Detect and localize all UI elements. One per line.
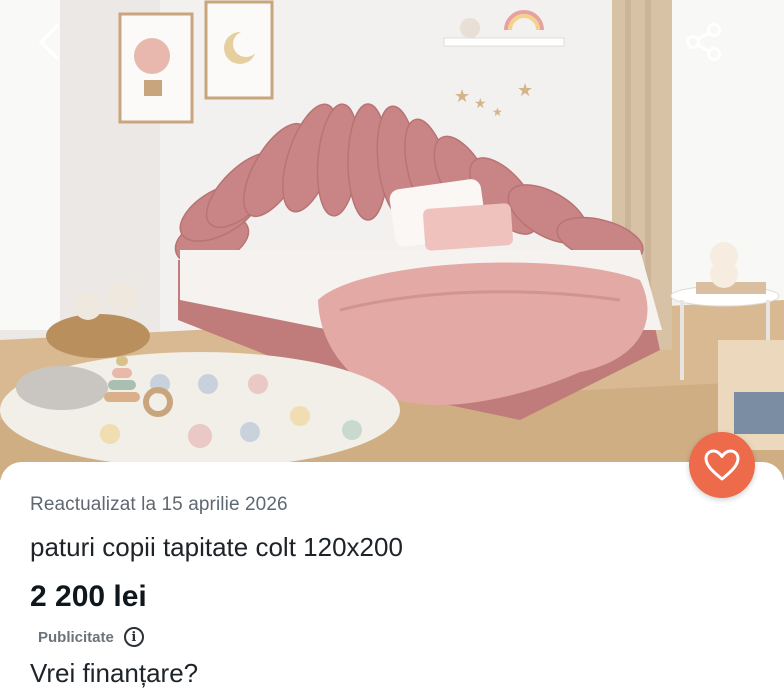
ad-label: Publicitate (38, 628, 114, 646)
listing-price: 2 200 lei (30, 580, 147, 613)
ad-label-row: Publicitate i (38, 627, 144, 647)
svg-text:★: ★ (474, 96, 487, 112)
share-icon (686, 23, 721, 61)
bedroom-illustration: ★ ★ ★ ★ (0, 0, 784, 480)
svg-text:★: ★ (492, 105, 503, 119)
favorite-button[interactable] (689, 432, 755, 498)
chevron-left-icon (39, 24, 59, 60)
share-button[interactable] (676, 14, 732, 70)
heart-icon (704, 449, 740, 481)
info-icon[interactable]: i (123, 627, 144, 647)
listing-photo[interactable]: ★ ★ ★ ★ (0, 0, 784, 480)
back-button[interactable] (22, 14, 78, 70)
svg-text:★: ★ (454, 86, 470, 107)
financing-link[interactable]: Vrei finanțare? (30, 658, 198, 689)
svg-text:★: ★ (517, 80, 533, 101)
updated-date: Reactualizat la 15 aprilie 2026 (30, 494, 288, 515)
listing-title: paturi copii tapitate colt 120x200 (30, 532, 403, 562)
